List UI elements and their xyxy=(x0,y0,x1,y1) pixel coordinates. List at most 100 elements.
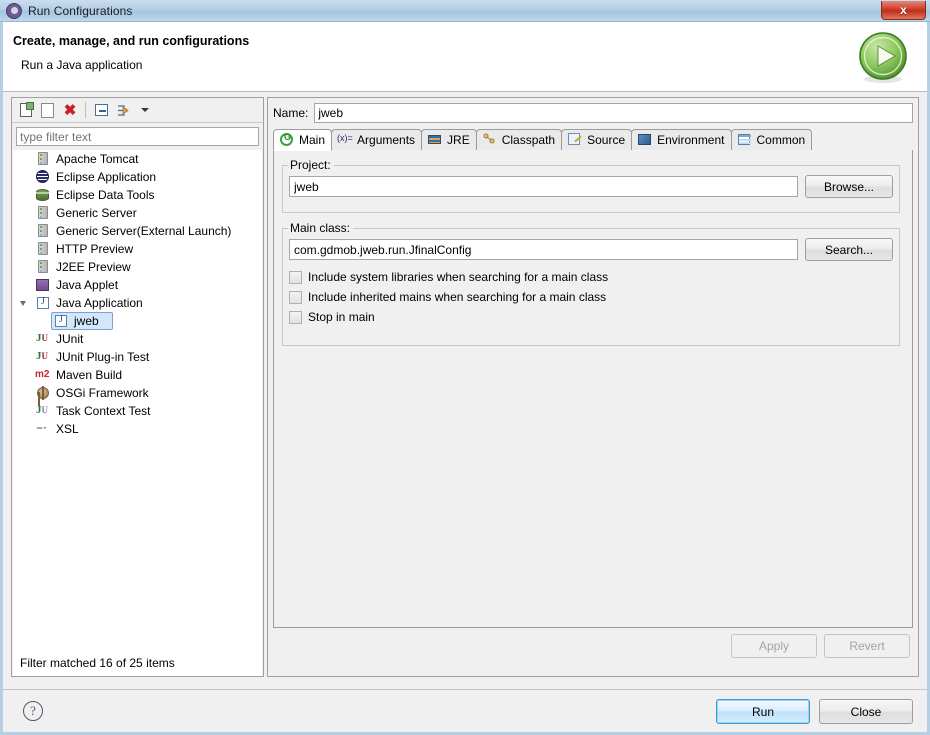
eclipse-icon xyxy=(35,169,51,185)
tree-item[interactable]: Eclipse Application xyxy=(13,168,262,186)
tree-item-label: Apache Tomcat xyxy=(56,152,139,166)
tree-item[interactable]: Java Applet xyxy=(13,276,262,294)
tree-item-label: J2EE Preview xyxy=(56,260,131,274)
tree-item-label: JUnit Plug-in Test xyxy=(56,350,150,364)
new-document-icon[interactable] xyxy=(16,100,36,120)
header-title: Create, manage, and run configurations xyxy=(13,34,250,48)
browse-button[interactable]: Browse... xyxy=(805,175,893,198)
tree-item[interactable]: Generic Server xyxy=(13,204,262,222)
environment-tab-icon xyxy=(637,132,653,148)
task-context-test-icon: JU xyxy=(36,404,48,416)
tree-item-label: Java Application xyxy=(56,296,143,310)
arguments-tab-icon: (x)= xyxy=(337,133,353,143)
project-input[interactable] xyxy=(289,176,798,197)
junit-plugin-icon: JU xyxy=(36,350,48,362)
footer-button-row: Run Close xyxy=(716,699,913,724)
checkbox-row[interactable]: Include system libraries when searching … xyxy=(289,267,899,287)
tree-item-label: Task Context Test xyxy=(56,404,151,418)
server-icon xyxy=(35,205,51,221)
filter-arrow-icon[interactable] xyxy=(113,100,133,120)
config-tabs[interactable]: Main (x)= Arguments JRE Classpath Source Envir… xyxy=(273,129,913,151)
tab-classpath[interactable]: Classpath xyxy=(475,129,563,150)
chevron-down-icon[interactable] xyxy=(20,301,26,309)
help-question-icon[interactable]: ? xyxy=(23,701,43,721)
configurations-tree-panel: ✖ Apache Tomcat Eclipse Application Eclips… xyxy=(11,97,264,677)
checkbox-label: Include system libraries when searching … xyxy=(308,270,609,284)
tree-item-label: Generic Server xyxy=(56,206,137,220)
jre-tab-icon xyxy=(427,132,443,148)
main-class-checkbox-list: Include system libraries when searching … xyxy=(283,267,899,327)
java-applet-icon xyxy=(35,277,51,293)
tab-arguments[interactable]: (x)= Arguments xyxy=(331,129,423,150)
tree-item-label: OSGi Framework xyxy=(56,386,149,400)
tree-item[interactable]: OSGi Framework xyxy=(13,384,262,402)
filter-input[interactable] xyxy=(16,127,259,146)
checkbox-icon[interactable] xyxy=(289,310,302,324)
classpath-tab-icon xyxy=(482,132,498,148)
collapse-all-icon[interactable] xyxy=(91,100,111,120)
checkbox-icon[interactable] xyxy=(289,270,302,284)
tab-label: Arguments xyxy=(357,133,416,147)
search-button[interactable]: Search... xyxy=(805,238,893,261)
close-window-button[interactable]: x xyxy=(881,1,926,20)
copy-icon[interactable] xyxy=(38,100,58,120)
tree-item[interactable]: Generic Server(External Launch) xyxy=(13,222,262,240)
java-application-icon xyxy=(35,295,51,311)
dialog-header: Create, manage, and run configurations R… xyxy=(3,22,927,92)
java-application-icon xyxy=(53,313,69,329)
checkbox-icon[interactable] xyxy=(289,290,302,304)
tree-item[interactable]: jweb xyxy=(13,312,262,330)
tree-item-label: Eclipse Data Tools xyxy=(56,188,155,202)
tree-item[interactable]: JU JUnit Plug-in Test xyxy=(13,348,262,366)
checkbox-row[interactable]: Include inherited mains when searching f… xyxy=(289,287,899,307)
checkbox-row[interactable]: Stop in main xyxy=(289,307,899,327)
source-tab-icon xyxy=(567,132,583,148)
toolbar-separator xyxy=(85,102,86,118)
configuration-editor-panel: Name: Main (x)= Arguments JRE Classpath Sourc… xyxy=(267,97,919,677)
tree-item-label: Eclipse Application xyxy=(56,170,157,184)
tab-label: Source xyxy=(587,133,626,147)
tree-item[interactable]: m2 Maven Build xyxy=(13,366,262,384)
dialog-footer: ? Run Close xyxy=(3,689,927,732)
dialog-body: ✖ Apache Tomcat Eclipse Application Eclips… xyxy=(3,92,927,689)
tree-item-label: Java Applet xyxy=(56,278,119,292)
configurations-tree[interactable]: Apache Tomcat Eclipse Application Eclipse … xyxy=(13,150,262,650)
main-class-input[interactable] xyxy=(289,239,798,260)
tab-label: Common xyxy=(756,133,806,147)
tab-label: JRE xyxy=(447,133,470,147)
tab-common[interactable]: Common xyxy=(730,129,813,150)
close-button-footer[interactable]: Close xyxy=(819,699,913,724)
tree-item-label: Maven Build xyxy=(56,368,123,382)
xsl-icon: −⋅ xyxy=(36,421,47,435)
chevron-down-icon[interactable] xyxy=(135,100,155,120)
tree-item-label: Generic Server(External Launch) xyxy=(56,224,232,238)
run-button[interactable]: Run xyxy=(716,699,810,724)
apply-revert-row: Apply Revert xyxy=(731,634,910,658)
main-tab-content: Project: Browse... Main class: Search...… xyxy=(273,150,913,628)
tab-source[interactable]: Source xyxy=(561,129,633,150)
apply-button[interactable]: Apply xyxy=(731,634,817,658)
tab-main[interactable]: Main xyxy=(273,129,333,151)
close-icon: x xyxy=(900,3,907,17)
tree-item[interactable]: −⋅ XSL xyxy=(13,420,262,438)
tree-item[interactable]: Apache Tomcat xyxy=(13,150,262,168)
header-subtitle: Run a Java application xyxy=(21,58,143,72)
tree-item-label: JUnit xyxy=(56,332,84,346)
green-run-play-icon xyxy=(859,32,907,83)
common-tab-icon xyxy=(737,132,753,148)
revert-button[interactable]: Revert xyxy=(824,634,910,658)
config-name-input[interactable] xyxy=(314,103,913,123)
tree-item[interactable]: Eclipse Data Tools xyxy=(13,186,262,204)
config-name-row: Name: xyxy=(273,103,913,123)
delete-red-x-icon[interactable]: ✖ xyxy=(60,100,80,120)
tree-item[interactable]: JU Task Context Test xyxy=(13,402,262,420)
tab-jre[interactable]: JRE xyxy=(421,129,477,150)
tree-item[interactable]: Java Application xyxy=(13,294,262,312)
tab-environment[interactable]: Environment xyxy=(631,129,732,150)
tree-item[interactable]: HTTP Preview xyxy=(13,240,262,258)
project-group-legend: Project: xyxy=(290,158,331,172)
maven-m2-icon: m2 xyxy=(35,369,50,380)
tree-item[interactable]: JU JUnit xyxy=(13,330,262,348)
tree-item[interactable]: J2EE Preview xyxy=(13,258,262,276)
server-icon xyxy=(35,223,51,239)
